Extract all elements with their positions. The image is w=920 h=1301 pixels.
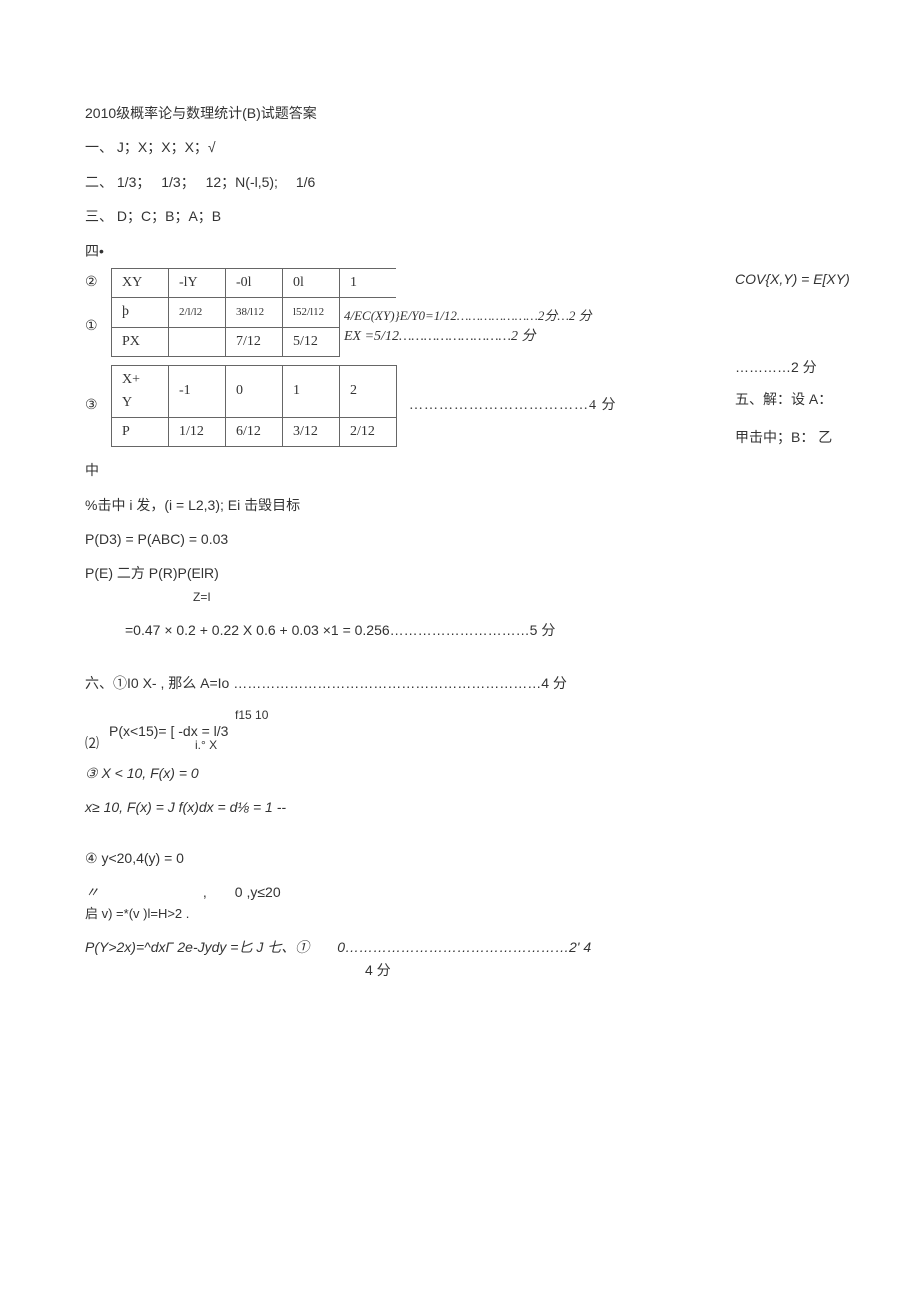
section-2-label: 二、 xyxy=(85,174,113,190)
cell: l52/l12 xyxy=(283,298,340,327)
cell: 6/12 xyxy=(226,417,283,446)
q5-setup-b: 甲击中；B： 乙 xyxy=(735,429,832,445)
y-case-2: 启 v) =*(v )l=H>2 . xyxy=(85,904,835,925)
cell: þ xyxy=(112,298,169,327)
table-p: þ 2/l/l2 38/l12 l52/l12 PX 7/12 5/12 xyxy=(111,297,340,357)
cell: XY xyxy=(112,268,169,297)
cell: -1 xyxy=(169,366,226,418)
cell: 2/12 xyxy=(340,417,397,446)
hit-i-shots: %击中 i 发，(i = L2,3); Ei 击毁目标 xyxy=(85,494,835,516)
cell: 5/12 xyxy=(283,327,340,356)
eq-ex: EX =5/12………………………2 分 xyxy=(344,326,592,348)
table-xy: XY -lY -0l 0l 1 xyxy=(111,268,396,298)
circled-2: ② xyxy=(85,272,111,294)
p-e-sum: P(E) 二方 P(R)P(ElR) Z=I xyxy=(85,562,835,607)
cell: 0 xyxy=(226,366,283,418)
circled-1: ① xyxy=(85,316,111,338)
cell: 3/12 xyxy=(283,417,340,446)
section-3: 三、 D；C；B；A；B xyxy=(85,205,835,227)
score-2pts-right: …………2 分 xyxy=(735,359,817,375)
cell: -0l xyxy=(226,268,283,297)
section-6-1: 六、①I0 X- , 那么 A=Io ………………………………………………………… xyxy=(85,672,835,694)
cell: PX xyxy=(112,327,169,356)
eq-exy: 4/EC(XY)}E/Y0=1/12…………………2分…2 分 xyxy=(344,306,592,327)
cell: 1 xyxy=(340,268,397,297)
cov-eq: COV{X,Y) = E[XY) xyxy=(735,271,850,287)
section-3-label: 三、 xyxy=(85,208,113,224)
cell: 38/l12 xyxy=(226,298,283,327)
cell: 2 xyxy=(340,366,397,418)
cell: 1/12 xyxy=(169,417,226,446)
cell: 0l xyxy=(283,268,340,297)
section-1-label: 一、 xyxy=(85,139,113,155)
cell xyxy=(169,327,226,356)
p-y-gt-2x: P(Y>2x)=^dxΓ 2e-Jydy =匕 J 七、① 0………………………… xyxy=(85,936,835,958)
table-xplusy: X+ Y -1 0 1 2 P 1/12 6/12 3/12 2/12 xyxy=(111,365,397,447)
fx-lt-10: ③ X < 10, F(x) = 0 xyxy=(85,762,835,784)
cell: 2/l/l2 xyxy=(169,298,226,327)
score-4pts: ………………………………4 分 xyxy=(409,395,617,417)
section-1-content: J；X；X；X；√ xyxy=(117,139,216,155)
p-d3: P(D3) = P(ABC) = 0.03 xyxy=(85,528,835,550)
section-3-content: D；C；B；A；B xyxy=(117,208,221,224)
section-4-label: 四• xyxy=(85,240,835,262)
section-1: 一、 J；X；X；X；√ xyxy=(85,136,835,158)
fx-ge-10: x≥ 10, F(x) = J f(x)dx = d⅛ = 1 -- xyxy=(85,796,835,818)
cell: P xyxy=(112,417,169,446)
q5-setup-a: 五、解：设 A： xyxy=(735,391,832,407)
cell: -lY xyxy=(169,268,226,297)
doc-title: 2010级概率论与数理统计(B)试题答案 xyxy=(85,102,835,124)
y-lt-20: ④ y<20,4(y) = 0 xyxy=(85,847,835,869)
cell: 1 xyxy=(283,366,340,418)
section-2-content: 1/3； 1/3； 12；N(-l,5); 1/6 xyxy=(117,174,315,190)
cell: X+ Y xyxy=(112,366,169,418)
cell: 7/12 xyxy=(226,327,283,356)
section-4-body: COV{X,Y) = E[XY) …………2 分 五、解：设 A： 甲击中；B：… xyxy=(85,268,835,447)
section-2: 二、 1/3； 1/3； 12；N(-l,5); 1/6 xyxy=(85,171,835,193)
circled-3: ③ xyxy=(85,395,111,417)
y-case: 〃 , 0 ,y≤20 xyxy=(85,881,835,903)
p-x-lt-15: f15 10 P(x<15)= [ -dx = l/3 ⑵ i.° X xyxy=(85,706,835,750)
score-4pts-last: 4 分 xyxy=(365,959,835,981)
zhong: 中 xyxy=(85,459,835,481)
p-e-calc: =0.47 × 0.2 + 0.22 X 0.6 + 0.03 ×1 = 0.2… xyxy=(125,619,835,641)
